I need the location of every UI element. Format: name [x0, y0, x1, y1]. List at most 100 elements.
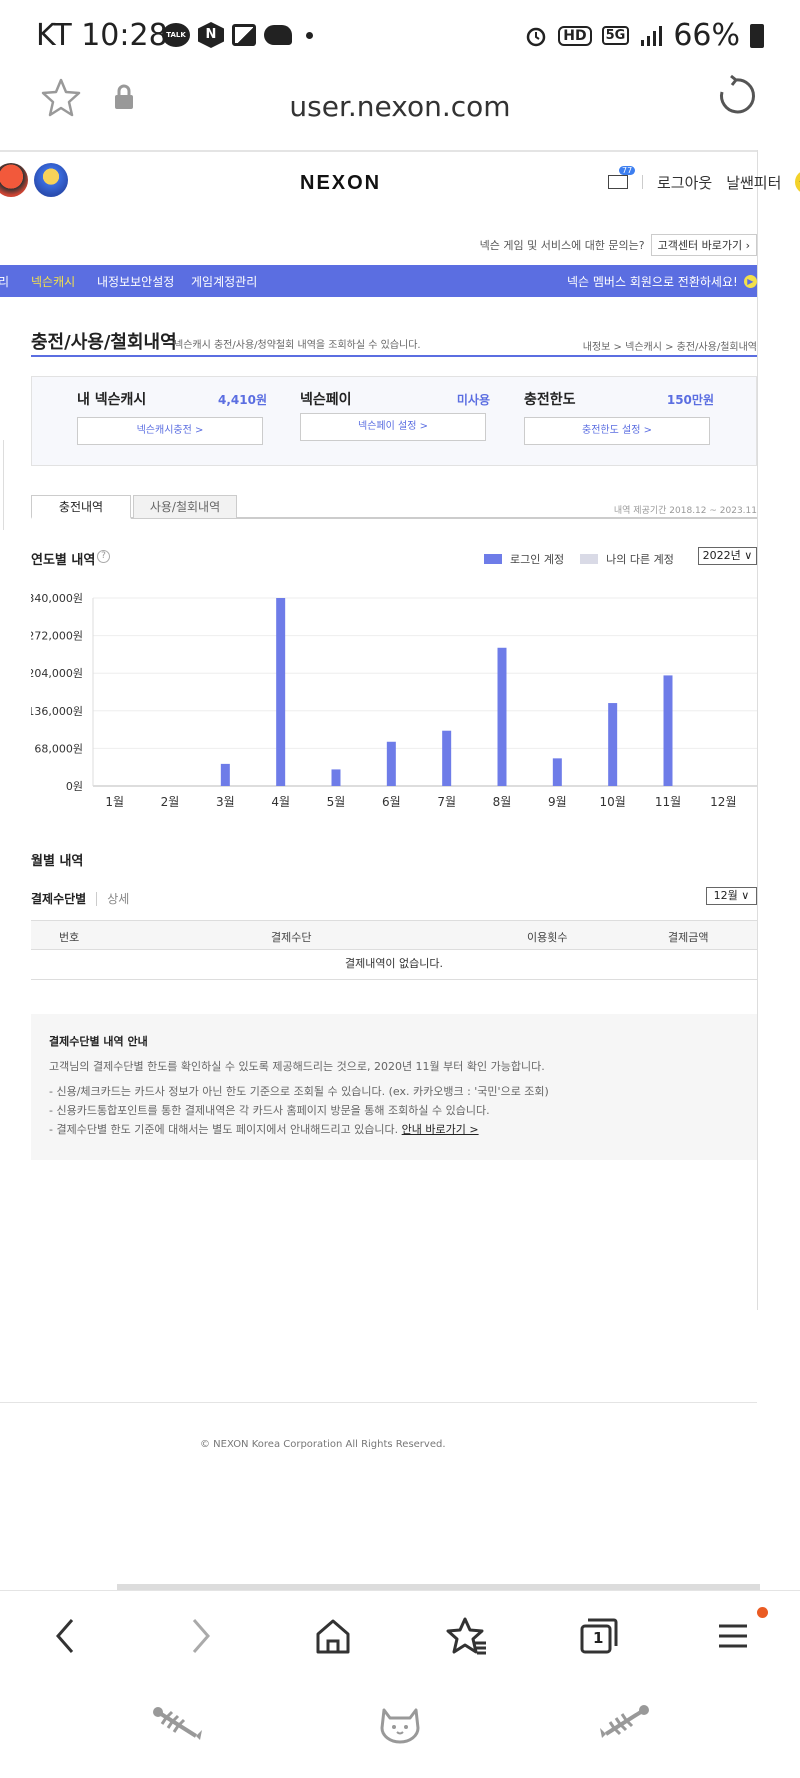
bar-9	[552, 758, 562, 786]
chart-legend: 로그인 계정 나의 다른 계정	[484, 551, 674, 567]
x-tick-label: 11월	[655, 795, 681, 809]
summary-label: 넥슨페이	[300, 392, 352, 408]
reload-icon[interactable]	[716, 74, 756, 118]
browser-toolbar: 1	[0, 1590, 800, 1680]
fishbone-icon	[153, 1707, 202, 1740]
x-tick-label: 10월	[600, 795, 626, 809]
summary-value: 4,410원	[218, 393, 267, 407]
pay-settings-button[interactable]: 넥슨페이 설정 >	[300, 413, 486, 441]
table-empty-row: 결제내역이 없습니다.	[31, 950, 757, 980]
x-tick-label: 6월	[382, 795, 401, 809]
title-underline	[31, 355, 757, 357]
bookmarks-button[interactable]	[442, 1611, 492, 1661]
help-icon[interactable]: ?	[97, 550, 110, 563]
back-button[interactable]	[40, 1611, 90, 1661]
help-text: 넥슨 게임 및 서비스에 대한 문의는?	[479, 239, 645, 252]
customer-center-button[interactable]: 고객센터 바로가기 ›	[650, 234, 757, 256]
page-right-edge	[757, 150, 800, 1310]
divider	[96, 891, 98, 906]
summary-nexon-cash: 내 넥슨캐시 4,410원 넥슨캐시충전 >	[77, 389, 267, 459]
cat-icon	[380, 1708, 420, 1744]
legend-label-other: 나의 다른 계정	[606, 553, 674, 566]
col-count: 이용횟수	[527, 931, 568, 944]
nav-item-prev[interactable]: 리	[0, 273, 9, 290]
nav-item-game-account[interactable]: 게임계정관리	[191, 273, 257, 290]
forward-icon	[192, 1619, 210, 1653]
breadcrumb: 내정보 > 넥슨캐시 > 충전/사용/철회내역	[582, 342, 757, 353]
theme-decoration	[0, 1680, 800, 1778]
menu-button[interactable]	[708, 1607, 768, 1661]
table-header: 번호 결제수단 이용횟수 결제금액	[31, 920, 757, 950]
dot-icon	[306, 31, 313, 39]
gallery-icon	[232, 24, 256, 46]
charge-cash-button[interactable]: 넥슨캐시충전 >	[77, 417, 263, 445]
guide-link[interactable]: 안내 바로가기 >	[402, 1123, 479, 1136]
month-select[interactable]: 12월 ∨	[706, 887, 757, 905]
mail-icon[interactable]: 77	[608, 166, 636, 189]
tabs-button[interactable]: 1	[574, 1611, 624, 1661]
alarm-icon	[527, 27, 546, 46]
help-line: 넥슨 게임 및 서비스에 대한 문의는? 고객센터 바로가기 ›	[480, 234, 757, 256]
members-cta[interactable]: 넥슨 멤버스 회원으로 전환하세요! ▶	[567, 273, 757, 290]
x-tick-label: 12월	[710, 795, 736, 809]
game-avatar-2[interactable]	[34, 163, 68, 197]
tab-use-history[interactable]: 사용/철회내역	[133, 495, 237, 519]
back-icon	[56, 1619, 74, 1653]
notification-icons: TALK N	[162, 22, 313, 48]
nav-item-nexon-cash[interactable]: 넥슨캐시	[31, 273, 75, 290]
notification-dot	[757, 1607, 768, 1618]
x-tick-label: 7월	[437, 795, 456, 809]
y-tick-label: 0원	[66, 780, 83, 793]
tab-by-method[interactable]: 결제수단별	[31, 890, 86, 907]
page-frame	[0, 150, 757, 1590]
summary-label: 내 넥슨캐시	[77, 392, 147, 408]
info-line: - 신용카드통합포인트를 통한 결제내역은 각 카드사 홈페이지 방문을 통해 …	[49, 1104, 490, 1117]
legend-swatch-login	[484, 554, 502, 564]
yearly-bar-chart: 0원 68,000원 136,000원 204,000원 272,000원 340,000…	[31, 592, 757, 809]
cloud-icon	[264, 25, 292, 45]
note-badge: 주의	[795, 170, 800, 194]
tab-count: 1	[593, 1629, 604, 1647]
logout-link[interactable]: 로그아웃	[657, 172, 712, 193]
nav-item-security[interactable]: 내정보보안설정	[97, 273, 174, 290]
members-cta-label: 넥슨 멤버스 회원으로 전환하세요!	[567, 275, 738, 289]
battery-percent: 66%	[673, 18, 740, 53]
year-select[interactable]: 2022년 ∨	[698, 547, 757, 565]
play-icon: ▶	[743, 275, 757, 288]
nav-bar: 리 넥슨캐시 내정보보안설정 게임계정관리 넥슨 멤버스 회원으로 전환하세요!…	[0, 265, 757, 297]
system-status: HD 5G 66%	[524, 18, 764, 53]
bar-3	[220, 763, 230, 786]
tab-detail[interactable]: 상세	[107, 890, 129, 907]
signal-icon	[641, 25, 663, 46]
nexon-logo[interactable]: NEXON	[300, 172, 381, 195]
bar-6	[386, 741, 396, 786]
mail-count-badge: 77	[619, 166, 636, 175]
y-tick-label: 136,000원	[31, 705, 83, 718]
username[interactable]: 날쌘피터	[726, 172, 781, 193]
bar-11	[663, 675, 673, 786]
carrier-time: KT 10:28	[36, 18, 168, 53]
x-tick-label: 2월	[161, 795, 180, 809]
monthly-title: 월별 내역	[31, 854, 84, 869]
info-title: 결제수단별 내역 안내	[49, 1035, 148, 1048]
info-line: - 신용/체크카드는 카드사 정보가 아닌 한도 기준으로 조회될 수 있습니다…	[49, 1085, 549, 1098]
legend-label-login: 로그인 계정	[510, 553, 565, 566]
home-button[interactable]	[308, 1611, 358, 1661]
page-title: 충전/사용/철회내역	[31, 332, 177, 353]
url-text[interactable]: user.nexon.com	[0, 90, 800, 123]
summary-value: 150만원	[666, 393, 714, 407]
battery-icon	[750, 23, 764, 48]
forward-button[interactable]	[176, 1611, 226, 1661]
network-5g-icon: 5G	[601, 26, 630, 45]
yearly-title: 연도별 내역	[31, 553, 96, 568]
x-tick-label: 1월	[105, 795, 124, 809]
limit-settings-button[interactable]: 충전한도 설정 >	[524, 417, 710, 445]
sidebar-edge	[0, 440, 4, 530]
status-bar: KT 10:28 TALK N HD 5G 66%	[0, 0, 800, 72]
tab-charge-history[interactable]: 충전내역	[31, 495, 131, 519]
summary-charge-limit: 충전한도 150만원 충전한도 설정 >	[524, 389, 714, 459]
bar-5	[331, 769, 341, 786]
summary-box: 내 넥슨캐시 4,410원 넥슨캐시충전 > 넥슨페이 미사용 넥슨페이 설정 …	[31, 376, 757, 466]
home-icon	[316, 1619, 350, 1654]
summary-label: 충전한도	[524, 392, 576, 408]
